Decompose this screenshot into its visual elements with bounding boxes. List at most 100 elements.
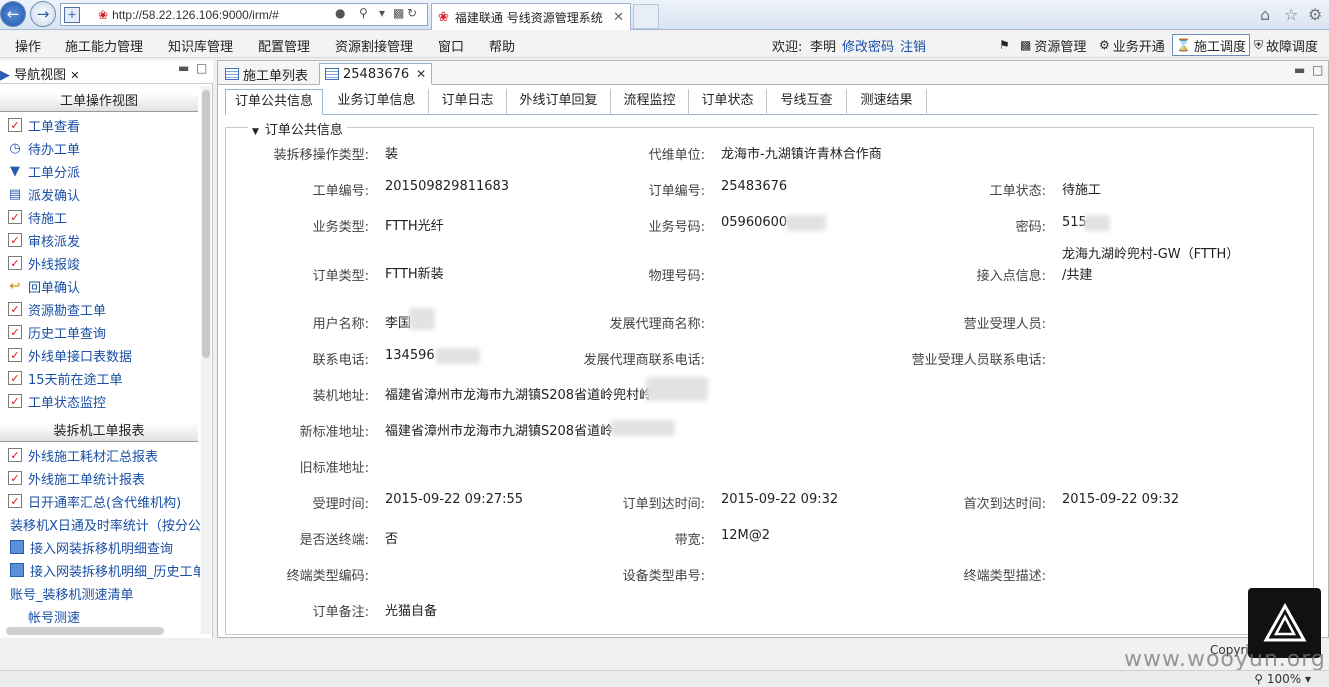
group-title[interactable]: ▼ 订单公共信息 <box>248 119 347 138</box>
nav-item-return-confirm[interactable]: ↩ 回单确认 <box>8 276 80 296</box>
menu-config[interactable]: 配置管理 <box>258 36 310 55</box>
nav-item-interface-data[interactable]: ✓ 外线单接口表数据 <box>8 345 132 365</box>
flag-icon: ⚑ <box>999 38 1010 52</box>
nav-item-todo[interactable]: ◷ 待办工单 <box>8 138 80 158</box>
url-text[interactable]: http://58.22.126.106:9000/irm/# <box>112 8 279 22</box>
order-public-info-group: ▼ 订单公共信息 装拆移操作类型: 装 代维单位: 龙海市-九湖镇许青林合作商 工… <box>225 119 1314 635</box>
section-work-order-ops[interactable]: 工单操作视图 <box>0 93 198 112</box>
nav-item-review-dispatch[interactable]: ✓ 审核派发 <box>8 230 80 250</box>
nav-item-outside-complete[interactable]: ✓ 外线报竣 <box>8 253 80 273</box>
tab-work-order-list[interactable]: 施工单列表 <box>220 63 313 85</box>
refresh-icon[interactable]: ↻ <box>407 6 417 20</box>
nav-item-history[interactable]: ✓ 历史工单查询 <box>8 322 106 342</box>
change-password-link[interactable]: 修改密码 <box>842 36 894 55</box>
close-icon[interactable]: ✕ <box>70 69 79 82</box>
nav-item-speedtest-list[interactable]: 账号_装移机测速清单 <box>10 583 200 603</box>
compat-view-icon[interactable]: + <box>64 6 80 23</box>
value-work-order-no: 201509829811683 <box>385 179 510 194</box>
nav-item-material-summary[interactable]: ✓ 外线施工耗材汇总报表 <box>8 445 158 465</box>
tab-process-monitor[interactable]: 流程监控 <box>611 89 689 115</box>
close-icon[interactable]: ✕ <box>416 67 426 81</box>
browser-tab[interactable]: ❀ 福建联通 号线资源管理系统 ✕ <box>431 3 631 30</box>
checkbox-icon: ✓ <box>8 371 22 385</box>
zoom-level[interactable]: ⚲ 100% ▾ <box>1254 672 1311 686</box>
value-business-number: 05960600 <box>721 215 788 230</box>
label-order-type: 订单类型: <box>312 269 369 284</box>
scrollbar-thumb[interactable] <box>202 90 210 358</box>
maximize-icon[interactable]: □ <box>196 61 207 75</box>
menu-window[interactable]: 窗口 <box>438 36 464 55</box>
nav-item-access-detail[interactable]: 接入网装拆移机明细查询 <box>10 537 200 557</box>
new-tab-button[interactable] <box>633 4 659 29</box>
label-agent-unit: 代维单位: <box>648 148 705 163</box>
quick-construction-dispatch-button[interactable]: ⌛ 施工调度 <box>1172 34 1250 56</box>
compat-icon[interactable]: ▩ <box>393 6 404 20</box>
label-device-serial: 设备类型串号: <box>622 569 705 584</box>
checkbox-icon: ✓ <box>8 210 22 224</box>
nav-item-dispatch-confirm[interactable]: ▤ 派发确认 <box>8 184 80 204</box>
zoom-value: 100% <box>1266 672 1302 686</box>
horizontal-scrollbar[interactable] <box>6 627 164 635</box>
label-first-arrive-time: 首次到达时间: <box>963 497 1046 512</box>
nav-item-construction-stats[interactable]: ✓ 外线施工单统计报表 <box>8 468 145 488</box>
label-dev-agent-phone: 发展代理商联系电话: <box>583 353 705 368</box>
menu-cutover[interactable]: 资源割接管理 <box>335 36 413 55</box>
maximize-icon[interactable]: □ <box>1312 63 1323 77</box>
tab-order-detail[interactable]: 25483676 ✕ <box>319 63 433 85</box>
detail-subtabs: 订单公共信息 业务订单信息 订单日志 外线订单回复 流程监控 订单状态 号线互查… <box>225 89 1318 115</box>
status-bar: ⚲ 100% ▾ <box>0 670 1329 687</box>
close-icon[interactable]: ✕ <box>613 10 624 25</box>
refresh-green-icon[interactable]: ● <box>335 6 345 20</box>
quick-resource-button[interactable]: ▩ 资源管理 <box>1017 34 1089 56</box>
search-icon[interactable]: ⚲ <box>359 6 368 20</box>
nav-item-access-detail-history[interactable]: 接入网装拆移机明细_历史工单 <box>10 560 200 580</box>
back-button[interactable]: ← <box>0 1 26 27</box>
value-terminal-sent: 否 <box>385 532 399 547</box>
label-contact-phone: 联系电话: <box>312 353 369 368</box>
tab-order-log[interactable]: 订单日志 <box>429 89 507 115</box>
nav-item-dispatch[interactable]: ▼ 工单分派 <box>8 161 80 181</box>
quick-resource-label: 资源管理 <box>1034 39 1087 55</box>
nav-item-work-order-view[interactable]: ✓ 工单查看 <box>8 115 80 135</box>
nav-item-account-speedtest[interactable]: 帐号测速 <box>28 606 80 626</box>
menu-knowledge[interactable]: 知识库管理 <box>168 36 233 55</box>
label-bandwidth: 带宽: <box>674 533 705 548</box>
label-order-arrive-time: 订单到达时间: <box>622 497 705 512</box>
tab-outside-reply[interactable]: 外线订单回复 <box>507 89 611 115</box>
menu-construction[interactable]: 施工能力管理 <box>65 36 143 55</box>
tab-number-check[interactable]: 号线互查 <box>767 89 847 115</box>
star-icon[interactable]: ☆ <box>1284 5 1298 24</box>
gear-icon[interactable]: ⚙ <box>1308 5 1322 24</box>
quick-fault-button[interactable]: ⛨ 故障调度 <box>1251 34 1321 56</box>
navigation-title: ▶ 导航视图 ✕ <box>0 64 80 83</box>
tab-order-status[interactable]: 订单状态 <box>689 89 767 115</box>
minimize-icon[interactable]: ▬ <box>1294 63 1305 77</box>
redaction-blur <box>786 215 826 231</box>
tab-business-order-info[interactable]: 业务订单信息 <box>325 89 429 115</box>
menu-operation[interactable]: 操作 <box>15 36 41 55</box>
tab-speedtest-result[interactable]: 测速结果 <box>847 89 927 115</box>
chevron-down-icon[interactable]: ▾ <box>379 6 385 20</box>
nav-item-status-monitor[interactable]: ✓ 工单状态监控 <box>8 391 106 411</box>
section-install-reports[interactable]: 装拆机工单报表 <box>0 423 198 442</box>
minimize-icon[interactable]: ▬ <box>178 61 189 75</box>
collapse-triangle-icon[interactable]: ▼ <box>252 127 259 137</box>
logout-link[interactable]: 注销 <box>900 36 926 55</box>
quick-business-button[interactable]: ⚙ 业务开通 <box>1096 34 1168 56</box>
nav-item-in-transit[interactable]: ✓ 15天前在途工单 <box>8 368 123 388</box>
nav-item-pending-construction[interactable]: ✓ 待施工 <box>8 207 67 227</box>
tab-label: 施工单列表 <box>243 68 309 84</box>
label-work-order-status: 工单状态: <box>989 184 1046 199</box>
shield-icon: ⛨ <box>1254 37 1264 52</box>
menu-help[interactable]: 帮助 <box>489 36 515 55</box>
nav-item-daily-open-rate[interactable]: ✓ 日开通率汇总(含代维机构) <box>8 491 181 511</box>
address-bar[interactable]: + ❀ http://58.22.126.106:9000/irm/# ● ⚲ … <box>60 3 428 26</box>
home-icon[interactable]: ⌂ <box>1260 5 1270 24</box>
nav-item-timely-rate[interactable]: 装移机X日通及时率统计（按分公 <box>10 514 200 534</box>
nav-item-label: 账号_装移机测速清单 <box>10 587 134 603</box>
quick-toolbar-icon[interactable]: ⚑ <box>996 34 1016 56</box>
nav-item-survey[interactable]: ✓ 资源勘查工单 <box>8 299 106 319</box>
forward-button[interactable]: → <box>30 1 56 27</box>
tab-order-public-info[interactable]: 订单公共信息 <box>225 89 323 115</box>
vertical-scrollbar[interactable] <box>201 86 211 634</box>
